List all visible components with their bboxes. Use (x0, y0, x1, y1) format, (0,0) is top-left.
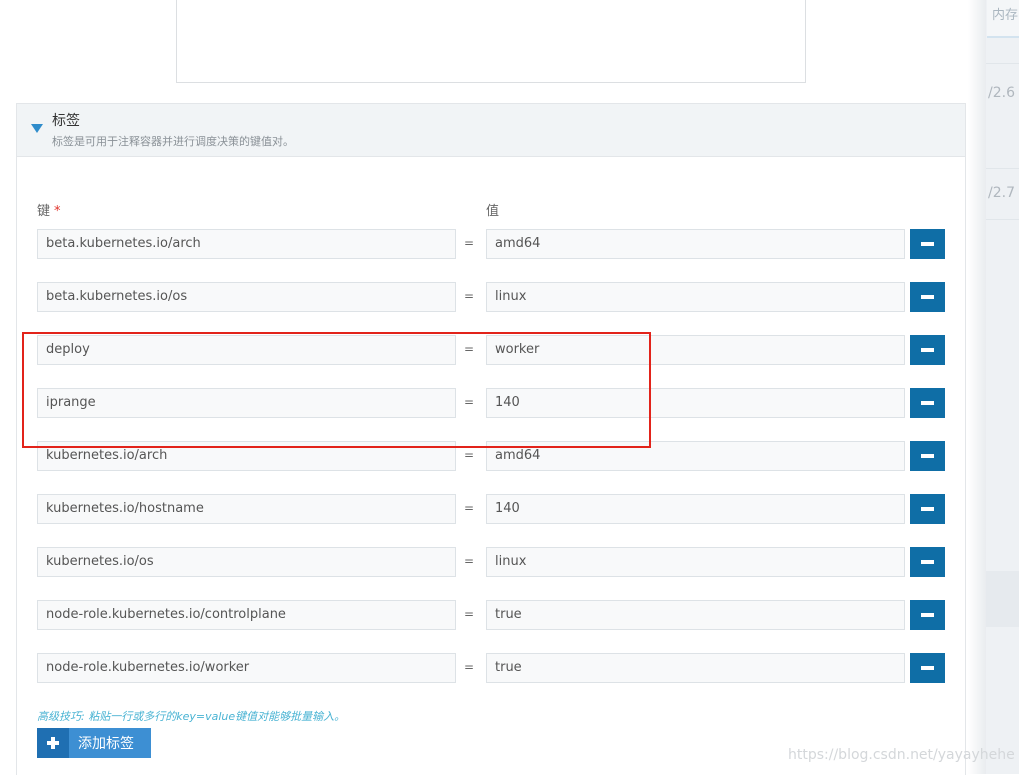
label-value-input[interactable]: true (486, 600, 905, 630)
minus-icon (921, 295, 934, 299)
remove-label-button[interactable] (910, 335, 945, 365)
label-key-input[interactable]: deploy (37, 335, 456, 365)
plus-icon (37, 728, 69, 758)
page-shadow (968, 0, 986, 774)
label-row: deploy = worker (17, 335, 965, 367)
label-row: node-role.kubernetes.io/controlplane = t… (17, 600, 965, 632)
background-value: /2.7 (988, 185, 1015, 201)
remove-label-button[interactable] (910, 441, 945, 471)
label-key-input[interactable]: kubernetes.io/os (37, 547, 456, 577)
label-row: node-role.kubernetes.io/worker = true (17, 653, 965, 685)
advanced-tip: 高级技巧: 粘贴一行或多行的key=value键值对能够批量输入。 (37, 710, 346, 723)
minus-icon (921, 560, 934, 564)
minus-icon (921, 507, 934, 511)
label-key-input[interactable]: kubernetes.io/arch (37, 441, 456, 471)
required-marker: * (54, 204, 61, 219)
equals-sign: = (464, 607, 475, 621)
label-row: kubernetes.io/arch = amd64 (17, 441, 965, 473)
background-divider (986, 219, 1019, 220)
label-key-input[interactable]: node-role.kubernetes.io/worker (37, 653, 456, 683)
background-block (986, 571, 1019, 627)
equals-sign: = (464, 236, 475, 250)
label-key-input[interactable]: kubernetes.io/hostname (37, 494, 456, 524)
caret-down-icon[interactable] (31, 124, 43, 133)
label-row: beta.kubernetes.io/arch = amd64 (17, 229, 965, 261)
label-value-input[interactable]: linux (486, 547, 905, 577)
top-panel (176, 0, 806, 83)
remove-label-button[interactable] (910, 494, 945, 524)
label-row: iprange = 140 (17, 388, 965, 420)
equals-sign: = (464, 448, 475, 462)
label-key-input[interactable]: iprange (37, 388, 456, 418)
background-value: /2.6 (988, 85, 1015, 101)
label-value-input[interactable]: true (486, 653, 905, 683)
label-row: beta.kubernetes.io/os = linux (17, 282, 965, 314)
label-key-input[interactable]: node-role.kubernetes.io/controlplane (37, 600, 456, 630)
label-value-input[interactable]: linux (486, 282, 905, 312)
equals-sign: = (464, 554, 475, 568)
label-key-input[interactable]: beta.kubernetes.io/os (37, 282, 456, 312)
equals-sign: = (464, 395, 475, 409)
equals-sign: = (464, 501, 475, 515)
value-column-label: 值 (486, 204, 500, 219)
label-row: kubernetes.io/os = linux (17, 547, 965, 579)
minus-icon (921, 666, 934, 670)
minus-icon (921, 242, 934, 246)
key-column-label: 键 * (37, 204, 61, 219)
background-divider (986, 168, 1019, 169)
remove-label-button[interactable] (910, 547, 945, 577)
label-value-input[interactable]: 140 (486, 494, 905, 524)
section-description: 标签是可用于注释容器并进行调度决策的键值对。 (52, 135, 294, 148)
minus-icon (921, 613, 934, 617)
add-label-button[interactable]: 添加标签 (37, 728, 151, 758)
equals-sign: = (464, 342, 475, 356)
label-value-input[interactable]: amd64 (486, 441, 905, 471)
labels-section: 标签 标签是可用于注释容器并进行调度决策的键值对。 键 * 值 beta.kube… (16, 103, 966, 775)
background-tab-label: 内存 (992, 8, 1019, 23)
remove-label-button[interactable] (910, 600, 945, 630)
label-row: kubernetes.io/hostname = 140 (17, 494, 965, 526)
minus-icon (921, 401, 934, 405)
equals-sign: = (464, 660, 475, 674)
remove-label-button[interactable] (910, 229, 945, 259)
section-title: 标签 (52, 113, 80, 129)
add-label-button-label: 添加标签 (78, 735, 134, 751)
watermark: https://blog.csdn.net/yayayhehe (788, 747, 1015, 763)
label-value-input[interactable]: worker (486, 335, 905, 365)
background-divider (986, 63, 1019, 64)
minus-icon (921, 454, 934, 458)
background-panel (986, 0, 1019, 774)
label-key-input[interactable]: beta.kubernetes.io/arch (37, 229, 456, 259)
label-value-input[interactable]: 140 (486, 388, 905, 418)
remove-label-button[interactable] (910, 282, 945, 312)
minus-icon (921, 348, 934, 352)
remove-label-button[interactable] (910, 388, 945, 418)
equals-sign: = (464, 289, 475, 303)
labels-section-header[interactable]: 标签 标签是可用于注释容器并进行调度决策的键值对。 (17, 104, 965, 157)
label-value-input[interactable]: amd64 (486, 229, 905, 259)
remove-label-button[interactable] (910, 653, 945, 683)
